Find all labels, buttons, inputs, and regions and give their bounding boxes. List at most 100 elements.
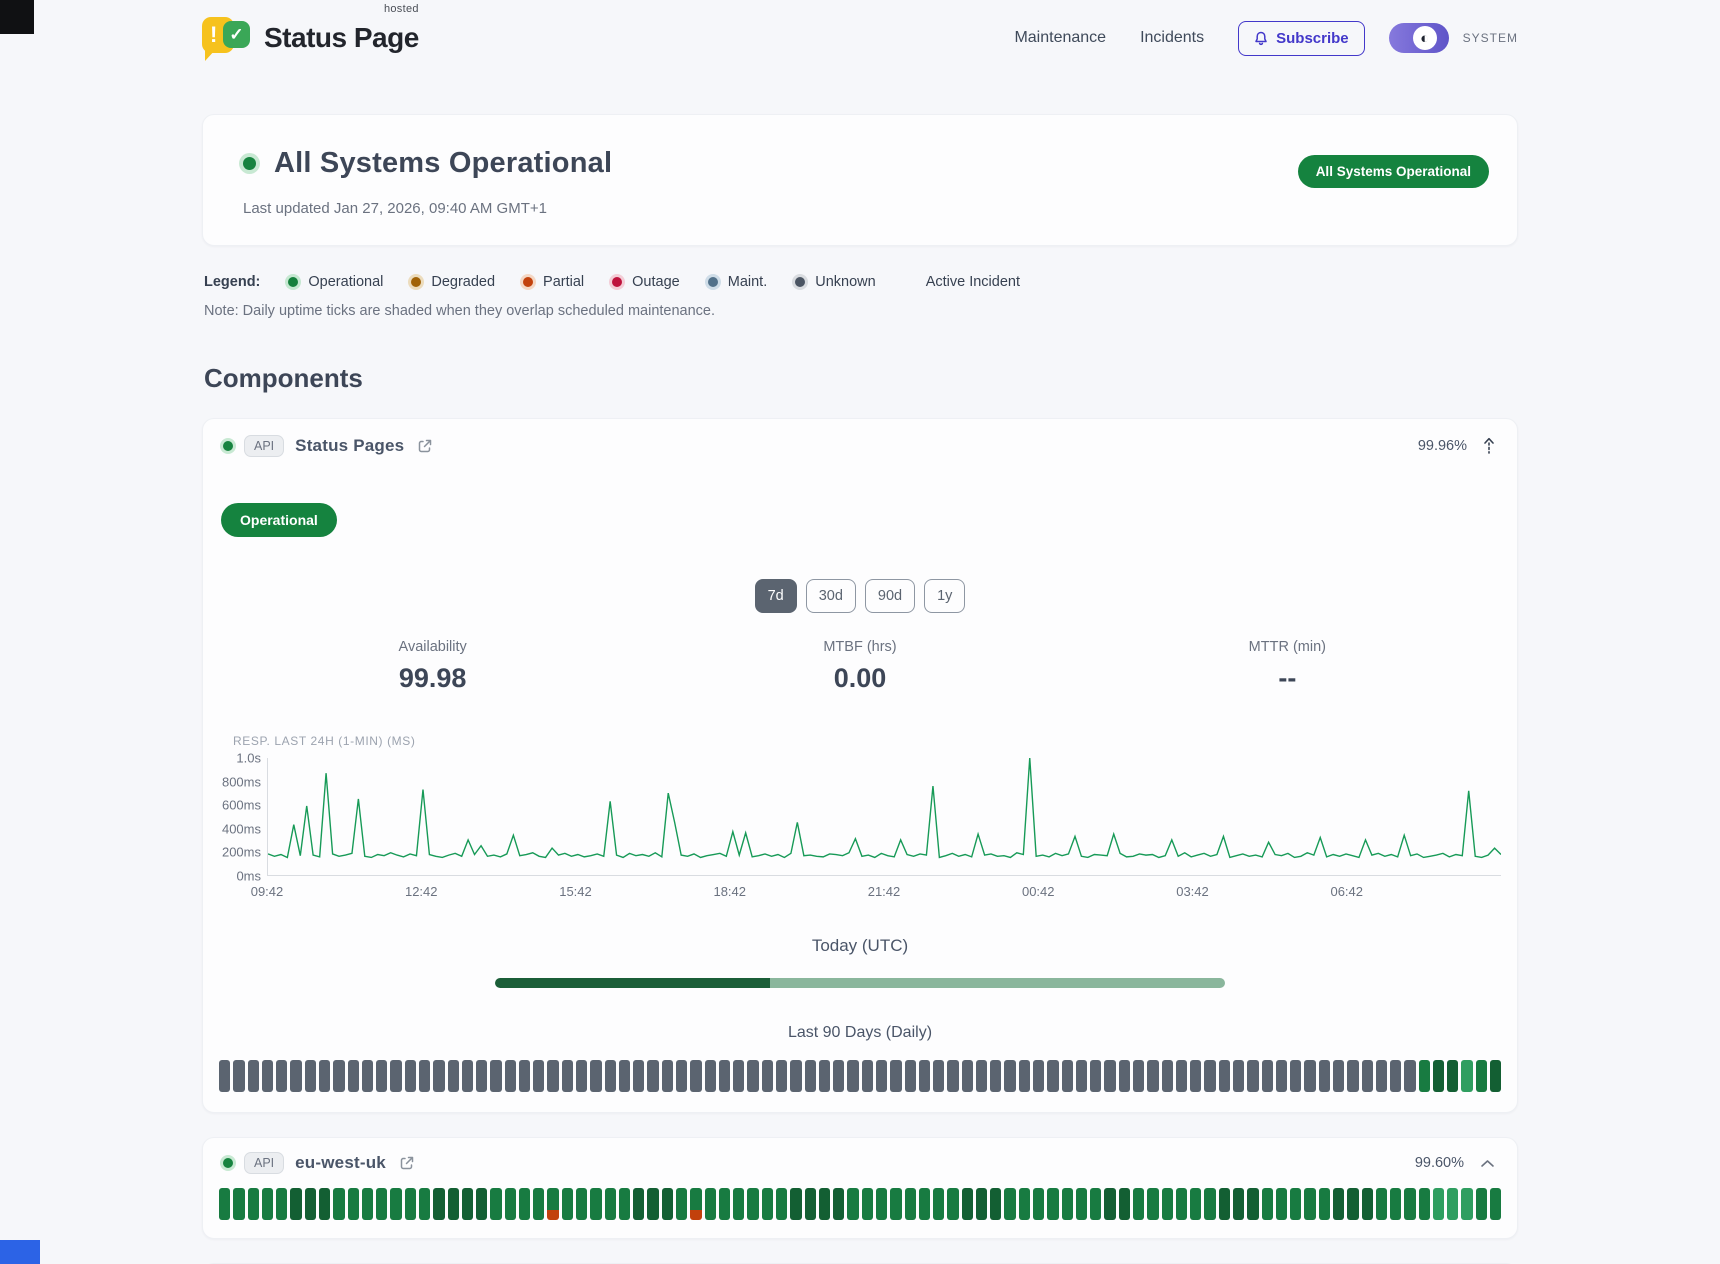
uptime-tick (776, 1060, 787, 1092)
range-button-30d[interactable]: 30d (806, 579, 856, 613)
uptime-tick (276, 1188, 287, 1220)
brand[interactable]: ! ✓ Status Page hosted (202, 15, 419, 61)
checkmark-icon: ✓ (223, 21, 250, 48)
uptime-tick (790, 1060, 801, 1092)
uptime-tick (1347, 1060, 1358, 1092)
uptime-tick (862, 1188, 873, 1220)
uptime-tick (1319, 1188, 1330, 1220)
overall-status-badge: All Systems Operational (1298, 155, 1489, 188)
uptime-tick (833, 1060, 844, 1092)
uptime-tick (1204, 1188, 1215, 1220)
uptime-tick (876, 1060, 887, 1092)
uptime-tick (476, 1188, 487, 1220)
uptime-tick (633, 1060, 644, 1092)
uptime-tick (1062, 1188, 1073, 1220)
theme-mode-label: SYSTEM (1463, 31, 1518, 45)
uptime-tick (733, 1188, 744, 1220)
uptime-tick (519, 1188, 530, 1220)
component-uptime: 99.60% (1415, 1155, 1464, 1171)
uptime-tick (319, 1188, 330, 1220)
uptime-tick (1390, 1188, 1401, 1220)
uptime-tick (1147, 1188, 1158, 1220)
external-link-icon[interactable] (415, 436, 435, 456)
corner-artifact-top (0, 0, 34, 34)
status-page-logo-icon: ! ✓ (202, 15, 252, 61)
component-card-eu-west-uk: API eu-west-uk 99.60% (202, 1137, 1518, 1239)
legend-item-unknown: Unknown (795, 274, 875, 290)
uptime-tick (376, 1188, 387, 1220)
corner-artifact-bottom (0, 1240, 40, 1264)
overall-status-dot (243, 157, 256, 170)
theme-toggle[interactable]: ◐ (1389, 23, 1449, 53)
uptime-tick (1104, 1060, 1115, 1092)
legend-dot (288, 277, 298, 287)
component-card-status-pages: API Status Pages 99.96% (202, 418, 1518, 1113)
uptime-tick (219, 1060, 230, 1092)
uptime-tick (933, 1060, 944, 1092)
uptime-tick (1019, 1060, 1030, 1092)
uptime-tick (819, 1060, 830, 1092)
nav-maintenance[interactable]: Maintenance (1014, 29, 1106, 47)
uptime-tick (1233, 1188, 1244, 1220)
uptime-tick (1290, 1188, 1301, 1220)
uptime-tick (805, 1060, 816, 1092)
expand-arrow-icon[interactable] (1481, 435, 1497, 457)
uptime-tick (1319, 1060, 1330, 1092)
x-tick-label: 18:42 (713, 884, 746, 899)
legend-dot (795, 277, 805, 287)
uptime-tick (605, 1060, 616, 1092)
nav-incidents[interactable]: Incidents (1140, 29, 1204, 47)
range-button-1y[interactable]: 1y (924, 579, 965, 613)
uptime-tick (947, 1188, 958, 1220)
uptime-tick (576, 1060, 587, 1092)
uptime-tick (733, 1060, 744, 1092)
component-name: Status Pages (295, 436, 404, 456)
uptime-tick (348, 1060, 359, 1092)
uptime-tick (462, 1060, 473, 1092)
y-tick-label: 600ms (222, 798, 261, 813)
uptime-tick (1147, 1060, 1158, 1092)
collapse-chevron-icon[interactable] (1478, 1157, 1497, 1170)
uptime-tick (676, 1060, 687, 1092)
stat-label: MTBF (hrs) (646, 639, 1073, 655)
uptime-tick (719, 1060, 730, 1092)
brand-hosted-label: hosted (384, 3, 419, 15)
uptime-tick (747, 1188, 758, 1220)
uptime-tick (919, 1188, 930, 1220)
uptime-tick (290, 1060, 301, 1092)
uptime-tick (1047, 1188, 1058, 1220)
legend-note: Note: Daily uptime ticks are shaded when… (202, 303, 1518, 319)
uptime-tick (1019, 1188, 1030, 1220)
range-button-7d[interactable]: 7d (755, 579, 797, 613)
legend-dot (708, 277, 718, 287)
uptime-tick (1376, 1188, 1387, 1220)
uptime-tick (1276, 1060, 1287, 1092)
legend-label: Legend: (204, 274, 260, 290)
x-tick-label: 00:42 (1022, 884, 1055, 899)
uptime-tick (1219, 1188, 1230, 1220)
legend-item-label: Degraded (431, 274, 495, 290)
range-button-90d[interactable]: 90d (865, 579, 915, 613)
uptime-tick (1476, 1060, 1487, 1092)
legend-item-operational: Operational (288, 274, 383, 290)
uptime-tick (676, 1188, 687, 1220)
uptime-tick (1162, 1060, 1173, 1092)
external-link-icon[interactable] (397, 1153, 417, 1173)
uptime-tick (333, 1060, 344, 1092)
uptime-tick (1047, 1060, 1058, 1092)
uptime-tick (305, 1188, 316, 1220)
legend-item-label: Outage (632, 274, 680, 290)
bell-icon (1254, 31, 1268, 46)
legend-active-incident: Active Incident (926, 274, 1020, 290)
legend-dot (411, 277, 421, 287)
uptime-tick (1133, 1060, 1144, 1092)
uptime-tick (876, 1188, 887, 1220)
stat-mtbf-hrs-: MTBF (hrs)0.00 (646, 639, 1073, 694)
uptime-tick (333, 1188, 344, 1220)
uptime-tick (433, 1060, 444, 1092)
subscribe-button[interactable]: Subscribe (1238, 21, 1365, 56)
y-tick-label: 1.0s (236, 751, 261, 766)
x-tick-label: 21:42 (868, 884, 901, 899)
legend-item-partial: Partial (523, 274, 584, 290)
uptime-tick (647, 1060, 658, 1092)
